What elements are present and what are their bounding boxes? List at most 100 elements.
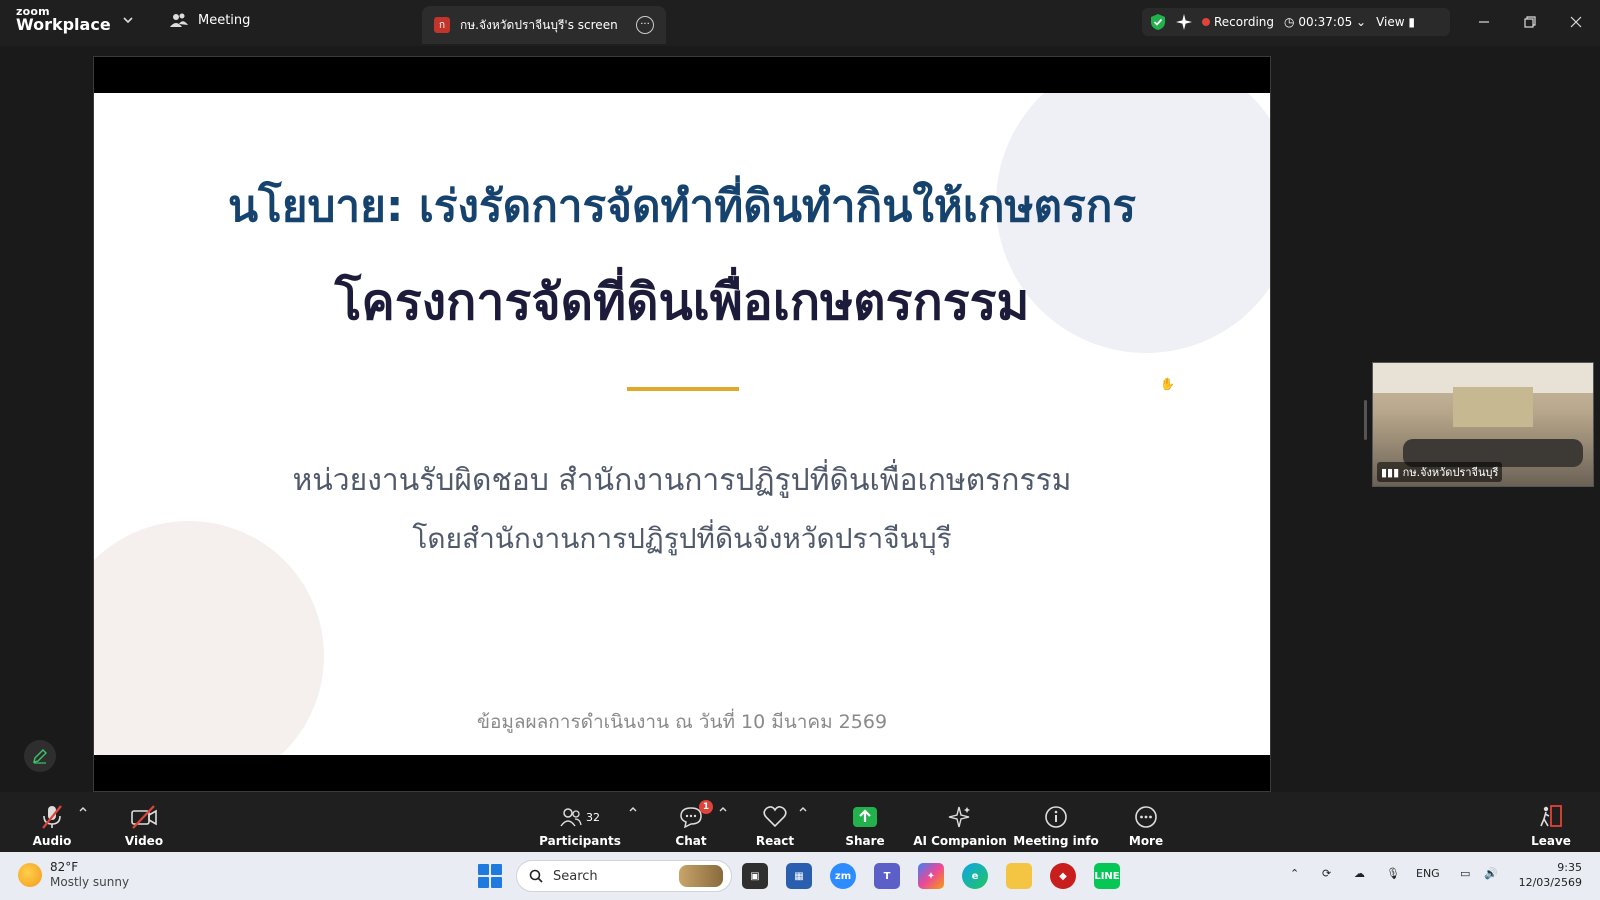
leave-label: Leave (1531, 834, 1571, 848)
meeting-controls-bar: Audio Video 32 Participants 1 Chat React… (0, 792, 1600, 852)
chat-options-caret-icon[interactable] (718, 804, 728, 814)
shared-screen-title: กษ.จังหวัดปราจีนบุรี's screen (460, 17, 618, 32)
windows-start-icon[interactable] (478, 864, 502, 888)
status-pill: Recording ◷ 00:37:05 ⌄ View ▮ (1142, 8, 1450, 36)
share-label: Share (845, 834, 885, 848)
show-hidden-icons-chevron-icon[interactable]: ⌃ (1290, 867, 1299, 880)
shared-screen-area[interactable]: นโยบาย: เร่งรัดการจัดทำที่ดินทำกินให้เกษ… (93, 56, 1271, 792)
video-off-icon (131, 805, 157, 829)
clock-time: 9:35 (1557, 861, 1582, 874)
zoom-title-bar: zoom Workplace Meeting ก กษ.จังหวัดปราจี… (0, 0, 1600, 46)
chevron-down-icon[interactable] (122, 14, 134, 26)
microphone-tray-icon[interactable]: 🎙 (1386, 867, 1400, 880)
ai-sparkle-icon (948, 806, 970, 828)
annotate-pencil-icon[interactable] (24, 740, 56, 772)
teams-app-icon[interactable]: T (874, 863, 900, 889)
sharer-avatar: ก (434, 17, 450, 33)
speaker-icon[interactable]: 🔊 (1484, 867, 1498, 880)
weather-temperature: 82°F (50, 860, 79, 874)
participants-count: 32 (586, 810, 600, 824)
meeting-label: Meeting (198, 12, 251, 28)
slide-provincial-office: โดยสำนักงานการปฏิรูปที่ดินจังหวัดปราจีนบ… (412, 522, 952, 555)
close-icon[interactable] (1564, 10, 1588, 34)
store-icon[interactable]: ▦ (786, 863, 812, 889)
meeting-info-label: Meeting info (1013, 834, 1099, 848)
line-app-icon[interactable]: LINE (1094, 863, 1120, 889)
chat-unread-badge: 1 (699, 800, 713, 814)
heart-icon (763, 806, 787, 828)
ai-companion-button[interactable]: AI Companion (910, 798, 1010, 848)
participant-name-label: ▮▮▮ กษ.จังหวัดปราจีนบุรี (1377, 462, 1503, 482)
participant-video-thumbnail[interactable]: ▮▮▮ กษ.จังหวัดปราจีนบุรี (1372, 362, 1594, 487)
share-button[interactable]: Share (824, 798, 906, 848)
elapsed-time: 00:37:05 (1298, 15, 1353, 29)
participant-name: กษ.จังหวัดปราจีนบุรี (1402, 466, 1499, 479)
react-label: React (755, 834, 795, 848)
weather-description: Mostly sunny (50, 875, 130, 889)
zoom-workplace-logo[interactable]: zoom Workplace (16, 6, 111, 33)
view-menu[interactable]: View ▮ (1376, 15, 1415, 29)
search-icon (529, 869, 543, 883)
copilot-app-icon[interactable]: ✦ (918, 863, 944, 889)
remote-cursor-icon: ✋ (1160, 377, 1175, 391)
leave-button[interactable]: Leave (1514, 798, 1588, 848)
recording-label: Recording (1214, 15, 1275, 29)
security-app-icon[interactable]: ◆ (1050, 863, 1076, 889)
sunny-weather-icon (18, 863, 42, 887)
clock-date: 12/03/2569 (1518, 876, 1582, 890)
slide-responsible-agency: หน่วยงานรับผิดชอบ สำนักงานการปฏิรูปที่ดิ… (292, 463, 1072, 498)
elapsed-timer[interactable]: ◷ 00:37:05 ⌄ (1284, 15, 1366, 29)
divider-line (627, 387, 739, 391)
leave-door-icon (1540, 805, 1562, 827)
cloud-offline-icon[interactable]: ☁ (1354, 867, 1365, 880)
recording-indicator[interactable]: Recording (1202, 15, 1274, 29)
edge-browser-icon[interactable]: e (962, 863, 988, 889)
audio-options-caret-icon[interactable] (78, 804, 88, 814)
video-label: Video (124, 834, 164, 848)
audio-label: Audio (32, 834, 72, 848)
react-options-caret-icon[interactable] (798, 804, 808, 814)
slide-data-date: ข้อมูลผลการดำเนินงาน ณ วันที่ 10 มีนาคม … (476, 711, 888, 733)
more-label: More (1128, 834, 1164, 848)
more-options-icon[interactable]: ··· (636, 16, 654, 34)
meeting-menu[interactable]: Meeting (170, 12, 250, 28)
people-icon (170, 13, 188, 27)
shield-check-icon[interactable] (1150, 13, 1166, 31)
video-button[interactable]: Video (104, 798, 184, 848)
presentation-slide: นโยบาย: เร่งรัดการจัดทำที่ดินทำกินให้เกษ… (94, 93, 1270, 755)
view-label: View (1376, 15, 1405, 29)
search-placeholder: Search (553, 868, 598, 884)
participants-label: Participants (539, 834, 621, 848)
task-view-icon[interactable]: ▣ (742, 863, 768, 889)
file-explorer-icon[interactable] (1006, 863, 1032, 889)
sparkle-icon[interactable] (1176, 14, 1192, 30)
weather-widget[interactable]: 82°F Mostly sunny (18, 860, 129, 890)
share-screen-icon (853, 807, 877, 827)
participants-button[interactable]: 32 Participants (539, 798, 621, 848)
search-highlight-image (679, 865, 723, 887)
more-dots-icon (1135, 806, 1157, 828)
chat-label: Chat (675, 834, 707, 848)
network-icon[interactable]: ▭ (1460, 867, 1470, 880)
info-icon (1045, 806, 1067, 828)
taskbar-search-box[interactable]: Search (516, 860, 732, 892)
windows-taskbar: 82°F Mostly sunny Search ▣ ▦ zm T ✦ e ◆ … (0, 852, 1600, 900)
zoom-app-icon[interactable]: zm (830, 863, 856, 889)
participants-icon (560, 808, 582, 827)
thumbnail-drag-handle[interactable] (1364, 400, 1367, 440)
shared-screen-tab[interactable]: ก กษ.จังหวัดปราจีนบุรี's screen ··· (422, 6, 666, 44)
recording-dot-icon (1202, 18, 1210, 26)
microphone-muted-icon (42, 805, 62, 829)
ai-companion-label: AI Companion (913, 834, 1007, 848)
more-button[interactable]: More (1108, 798, 1184, 848)
participants-options-caret-icon[interactable] (628, 804, 638, 814)
input-language[interactable]: ENG (1416, 867, 1440, 880)
restore-icon[interactable] (1518, 10, 1542, 34)
meeting-info-button[interactable]: Meeting info (1010, 798, 1102, 848)
system-clock[interactable]: 9:35 12/03/2569 (1519, 860, 1582, 891)
sync-icon[interactable]: ⟳ (1322, 867, 1331, 880)
slide-policy-title: นโยบาย: เร่งรัดการจัดทำที่ดินทำกินให้เกษ… (228, 181, 1136, 232)
minimize-icon[interactable] (1472, 10, 1496, 34)
video-wall-banner (1453, 387, 1533, 427)
slide-project-title: โครงการจัดที่ดินเพื่อเกษตรกรรม (334, 273, 1030, 331)
